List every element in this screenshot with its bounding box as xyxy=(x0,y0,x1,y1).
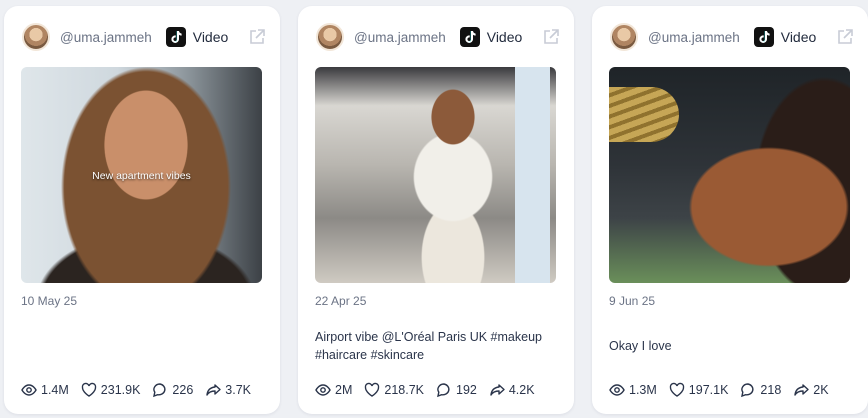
views-count: 1.4M xyxy=(41,383,69,397)
video-thumbnail[interactable]: New apartment vibes xyxy=(21,67,262,283)
thumbnail-overlay-text: New apartment vibes xyxy=(92,170,191,182)
avatar[interactable] xyxy=(610,23,638,51)
video-thumbnail[interactable] xyxy=(315,67,556,283)
content-type-label: Video xyxy=(486,29,523,45)
shares-count: 4.2K xyxy=(508,383,535,397)
views-stat: 2M xyxy=(315,382,352,398)
creator-handle[interactable]: @uma.jammeh xyxy=(648,30,740,45)
likes-count: 218.7K xyxy=(384,383,424,397)
shares-count: 2K xyxy=(813,383,829,397)
external-link-icon[interactable] xyxy=(542,28,560,46)
avatar[interactable] xyxy=(316,23,344,51)
eye-icon xyxy=(315,384,331,396)
engagement-stats: 1.4M 231.9K 226 3.7K xyxy=(21,381,263,399)
likes-count: 231.9K xyxy=(100,383,141,397)
likes-stat: 197.1K xyxy=(669,382,729,398)
heart-icon xyxy=(669,382,685,397)
external-link-icon[interactable] xyxy=(248,28,266,46)
tiktok-icon xyxy=(459,27,480,47)
external-link-icon[interactable] xyxy=(836,28,854,46)
avatar[interactable] xyxy=(22,23,50,51)
likes-stat: 218.7K xyxy=(364,382,424,398)
heart-icon xyxy=(81,382,97,397)
content-type-label: Video xyxy=(780,29,817,45)
shares-stat: 3.7K xyxy=(205,382,251,398)
post-card-3[interactable]: @uma.jammeh Video 9 Jun 25 Okay I love 1… xyxy=(592,6,868,414)
views-count: 1.3M xyxy=(629,383,657,397)
views-stat: 1.3M xyxy=(609,382,657,398)
creator-handle[interactable]: @uma.jammeh xyxy=(354,30,446,45)
shares-count: 3.7K xyxy=(225,383,251,397)
likes-count: 197.1K xyxy=(688,383,729,397)
thumbnail-decor xyxy=(609,87,679,142)
comments-stat: 218 xyxy=(740,382,781,398)
eye-icon xyxy=(609,384,625,396)
comments-stat: 192 xyxy=(436,382,477,398)
comments-count: 192 xyxy=(456,383,477,397)
views-stat: 1.4M xyxy=(21,382,69,398)
share-icon xyxy=(206,384,221,396)
comment-icon xyxy=(153,383,166,398)
comments-stat: 226 xyxy=(152,382,193,398)
post-card-1[interactable]: @uma.jammeh Video New apartment vibes 10… xyxy=(4,6,280,414)
views-count: 2M xyxy=(335,383,353,397)
post-date: 22 Apr 25 xyxy=(315,294,367,308)
post-date: 10 May 25 xyxy=(21,294,78,308)
post-card-2[interactable]: @uma.jammeh Video 22 Apr 25 Airport vibe… xyxy=(298,6,574,414)
content-type-label: Video xyxy=(192,29,229,45)
card-header: @uma.jammeh Video xyxy=(316,22,560,52)
post-date: 9 Jun 25 xyxy=(609,294,656,308)
post-caption: Okay I love xyxy=(609,339,672,353)
likes-stat: 231.9K xyxy=(81,382,141,398)
creator-handle[interactable]: @uma.jammeh xyxy=(60,30,152,45)
tiktok-icon xyxy=(165,27,186,47)
post-caption: Airport vibe @L'Oréal Paris UK #makeup #… xyxy=(315,330,542,362)
engagement-stats: 1.3M 197.1K 218 2K xyxy=(609,381,841,399)
share-icon xyxy=(490,384,505,396)
shares-stat: 4.2K xyxy=(489,382,535,398)
share-icon xyxy=(794,384,809,396)
comments-count: 226 xyxy=(172,383,194,397)
engagement-stats: 2M 218.7K 192 4.2K xyxy=(315,381,547,399)
shares-stat: 2K xyxy=(793,382,829,398)
comments-count: 218 xyxy=(760,383,782,397)
video-thumbnail[interactable] xyxy=(609,67,850,283)
heart-icon xyxy=(365,382,380,397)
comment-icon xyxy=(741,383,754,398)
card-header: @uma.jammeh Video xyxy=(22,22,266,52)
tiktok-icon xyxy=(753,27,774,47)
eye-icon xyxy=(21,384,37,396)
card-header: @uma.jammeh Video xyxy=(610,22,854,52)
comment-icon xyxy=(437,383,450,398)
